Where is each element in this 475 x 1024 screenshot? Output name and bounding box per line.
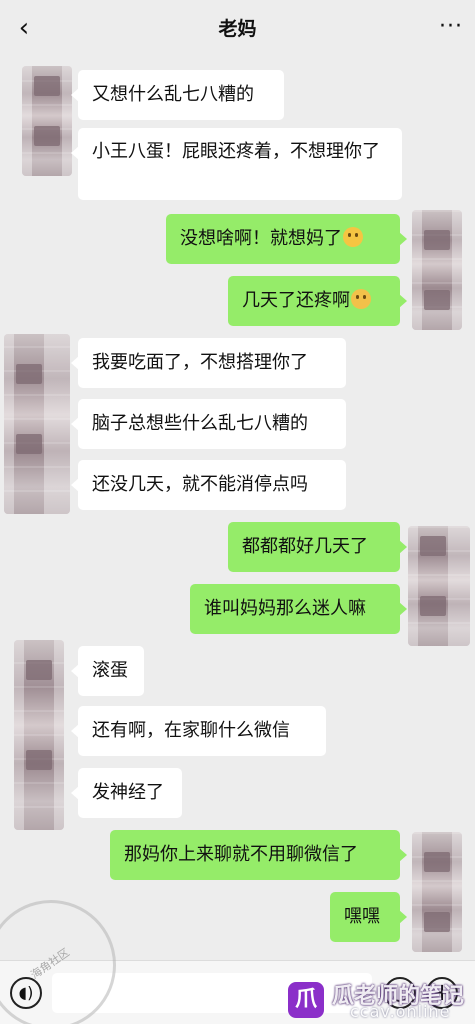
my-avatar[interactable] bbox=[408, 526, 470, 646]
message-bubble-received[interactable]: 发神经了 bbox=[71, 768, 182, 818]
message-text: 那妈你上来聊就不用聊微信了 bbox=[124, 844, 358, 865]
message-text: 几天了还疼啊 bbox=[242, 290, 350, 311]
watermark-logo: 爪 bbox=[288, 982, 324, 1018]
message-text: 又想什么乱七八糟的 bbox=[92, 84, 254, 105]
message-text: 嘿嘿 bbox=[344, 906, 380, 927]
message-bubble-received[interactable]: 滚蛋 bbox=[71, 646, 144, 696]
contact-avatar[interactable] bbox=[14, 640, 64, 830]
more-dots-icon[interactable]: ··· bbox=[439, 14, 463, 39]
message-text: 滚蛋 bbox=[92, 660, 128, 681]
watermark-url: ccav.online bbox=[350, 1002, 451, 1021]
message-bubble-received[interactable]: 又想什么乱七八糟的 bbox=[71, 70, 284, 120]
watermark-stamp-text: 海角社区 bbox=[28, 945, 72, 982]
contact-avatar[interactable] bbox=[4, 334, 70, 514]
message-bubble-received[interactable]: 我要吃面了，不想搭理你了 bbox=[71, 338, 346, 388]
message-text: 发神经了 bbox=[92, 782, 164, 803]
my-avatar[interactable] bbox=[412, 832, 462, 952]
message-text: 小王八蛋！屁眼还疼着，不想理你了 bbox=[92, 141, 380, 162]
chat-header: ‹ 老妈 ··· bbox=[0, 0, 475, 56]
message-text: 没想啥啊！就想妈了 bbox=[180, 228, 342, 249]
message-bubble-received[interactable]: 脑子总想些什么乱七八糟的 bbox=[71, 399, 346, 449]
message-bubble-sent[interactable]: 都都都好几天了 bbox=[228, 522, 407, 572]
message-bubble-received[interactable]: 还有啊，在家聊什么微信 bbox=[71, 706, 326, 756]
chat-title: 老妈 bbox=[218, 18, 257, 40]
message-bubble-sent[interactable]: 几天了还疼啊 bbox=[228, 276, 407, 326]
message-bubble-sent[interactable]: 谁叫妈妈那么迷人嘛 bbox=[190, 584, 407, 634]
message-text: 脑子总想些什么乱七八糟的 bbox=[92, 413, 308, 434]
message-text: 还没几天，就不能消停点吗 bbox=[92, 474, 308, 495]
my-avatar[interactable] bbox=[412, 210, 462, 330]
message-text: 谁叫妈妈那么迷人嘛 bbox=[204, 598, 366, 619]
contact-avatar[interactable] bbox=[22, 66, 72, 176]
message-text: 都都都好几天了 bbox=[242, 536, 368, 557]
message-text: 还有啊，在家聊什么微信 bbox=[92, 720, 290, 741]
message-bubble-received[interactable]: 小王八蛋！屁眼还疼着，不想理你了 bbox=[71, 128, 402, 200]
message-text: 我要吃面了，不想搭理你了 bbox=[92, 352, 308, 373]
pout-face-emoji bbox=[343, 227, 363, 247]
laugh-cry-emoji bbox=[351, 289, 371, 309]
message-bubble-sent[interactable]: 嘿嘿 bbox=[330, 892, 407, 942]
message-bubble-sent[interactable]: 那妈你上来聊就不用聊微信了 bbox=[110, 830, 407, 880]
message-bubble-received[interactable]: 还没几天，就不能消停点吗 bbox=[71, 460, 346, 510]
message-bubble-sent[interactable]: 没想啥啊！就想妈了 bbox=[166, 214, 407, 264]
